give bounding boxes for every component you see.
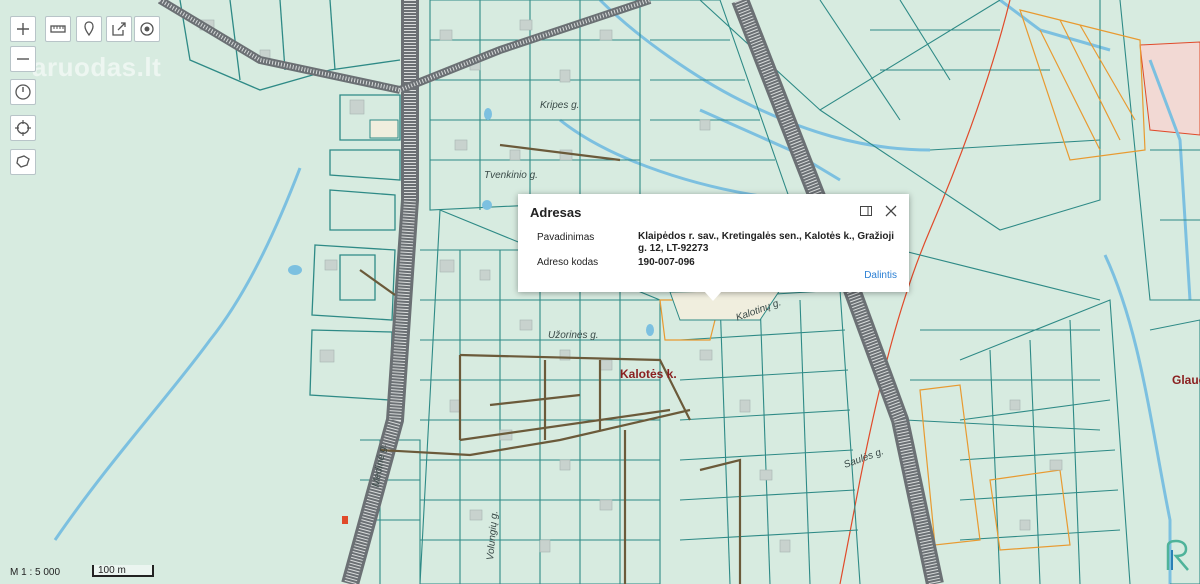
popup-pointer bbox=[704, 291, 722, 301]
map-canvas[interactable] bbox=[0, 0, 1200, 584]
target-icon bbox=[140, 22, 154, 36]
locate-button[interactable] bbox=[10, 115, 36, 141]
measure-button[interactable] bbox=[45, 16, 71, 42]
street-label: Kripes g. bbox=[540, 100, 580, 111]
maximize-icon bbox=[860, 206, 872, 216]
street-label: Tvenkinio g. bbox=[484, 170, 538, 181]
logo-icon bbox=[1166, 539, 1189, 571]
measure-icon bbox=[50, 25, 66, 33]
lasso-icon bbox=[16, 155, 30, 168]
address-popup: Adresas Pavadinimas Klaipėdos r. sav., K… bbox=[518, 194, 909, 292]
close-icon bbox=[885, 205, 897, 217]
address-code-value: 190-007-096 bbox=[638, 257, 695, 268]
maximize-button[interactable] bbox=[858, 203, 874, 219]
lasso-button[interactable] bbox=[10, 149, 36, 175]
target-button[interactable] bbox=[134, 16, 160, 42]
share-map-icon bbox=[112, 22, 126, 36]
close-button[interactable] bbox=[883, 203, 899, 219]
location-pin-button[interactable] bbox=[76, 16, 102, 42]
street-label: Užorinės g. bbox=[548, 330, 599, 341]
crosshair-icon bbox=[15, 120, 31, 136]
address-code-label: Adreso kodas bbox=[537, 257, 599, 268]
location-pin-icon bbox=[84, 21, 94, 37]
share-link[interactable]: Dalintis bbox=[864, 270, 897, 281]
zoom-out-icon bbox=[17, 58, 29, 60]
history-button[interactable] bbox=[10, 79, 36, 105]
watermark-logo: aruodas.lt bbox=[32, 52, 162, 82]
clock-icon bbox=[15, 84, 31, 100]
zoom-out-button[interactable] bbox=[10, 46, 36, 72]
popup-title: Adresas bbox=[530, 205, 582, 220]
place-label: Kalotės k. bbox=[620, 367, 677, 381]
zoom-in-button[interactable] bbox=[10, 16, 36, 42]
scale-bar: 100 m bbox=[92, 565, 154, 577]
name-label: Pavadinimas bbox=[537, 232, 595, 243]
zoom-in-icon bbox=[17, 23, 29, 35]
name-value: Klaipėdos r. sav., Kretingalės sen., Kal… bbox=[638, 231, 895, 254]
share-map-button[interactable] bbox=[106, 16, 132, 42]
place-label: Glauc bbox=[1172, 373, 1200, 387]
scale-ratio: M 1 : 5 000 bbox=[10, 567, 61, 578]
